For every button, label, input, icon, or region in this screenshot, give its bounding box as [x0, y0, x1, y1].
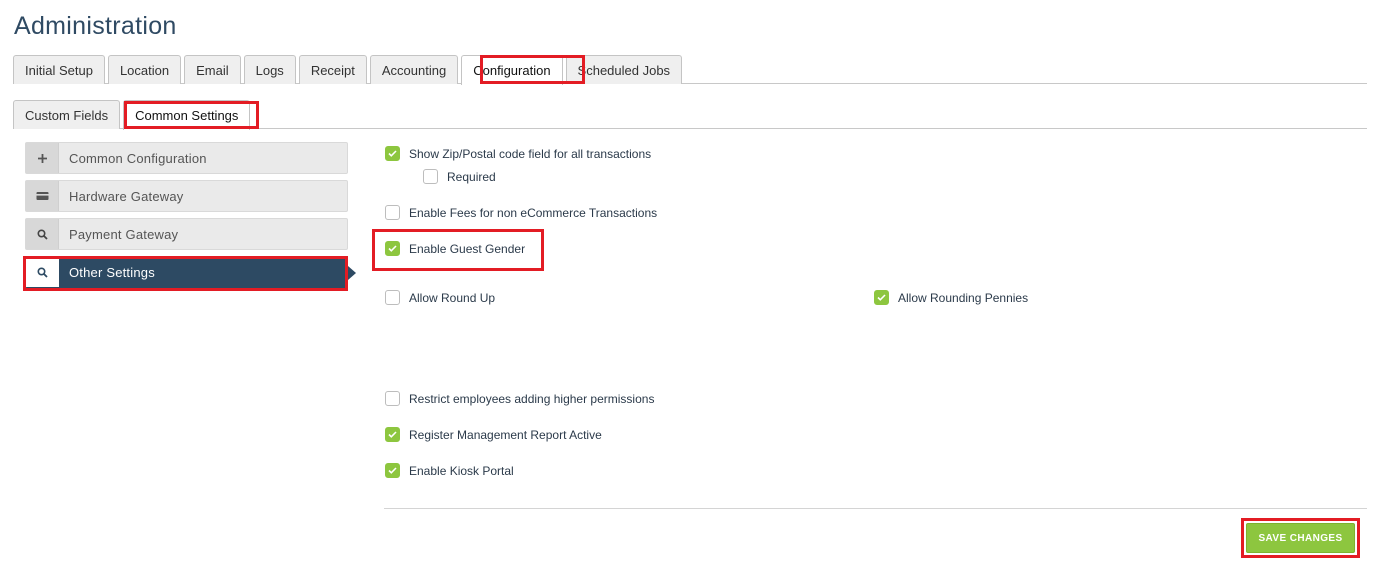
side-nav: Common Configuration Hardware Gateway Pa…: [25, 142, 356, 294]
nav-item-common-configuration[interactable]: Common Configuration: [25, 142, 348, 174]
tab-initial-setup[interactable]: Initial Setup: [13, 55, 105, 84]
register-report-option[interactable]: Register Management Report Active: [385, 427, 602, 442]
show-zip-checkbox[interactable]: [385, 146, 400, 161]
enable-fees-checkbox[interactable]: [385, 205, 400, 220]
nav-item-other-settings[interactable]: Other Settings: [25, 256, 356, 288]
round-up-option[interactable]: Allow Round Up: [385, 290, 495, 305]
nav-item-label: Other Settings: [69, 264, 155, 280]
plus-icon: [26, 143, 59, 173]
footer-divider: [384, 508, 1367, 509]
restrict-permissions-option[interactable]: Restrict employees adding higher permiss…: [385, 391, 654, 406]
restrict-permissions-checkbox[interactable]: [385, 391, 400, 406]
rounding-pennies-checkbox[interactable]: [874, 290, 889, 305]
search-icon: [26, 219, 59, 249]
tab-location[interactable]: Location: [107, 55, 182, 84]
restrict-permissions-label: Restrict employees adding higher permiss…: [409, 391, 655, 406]
guest-gender-checkbox[interactable]: [385, 241, 400, 256]
rounding-pennies-label: Allow Rounding Pennies: [898, 290, 1029, 305]
register-report-label: Register Management Report Active: [409, 427, 602, 442]
tab-logs[interactable]: Logs: [243, 55, 296, 84]
zip-required-checkbox[interactable]: [423, 169, 438, 184]
tab-custom-fields[interactable]: Custom Fields: [13, 100, 121, 129]
nav-item-label: Common Configuration: [69, 150, 207, 166]
register-report-checkbox[interactable]: [385, 427, 400, 442]
show-zip-label: Show Zip/Postal code field for all trans…: [409, 146, 652, 161]
kiosk-portal-checkbox[interactable]: [385, 463, 400, 478]
tab-accounting[interactable]: Accounting: [369, 55, 459, 84]
guest-gender-option[interactable]: Enable Guest Gender: [385, 241, 525, 256]
page-title: Administration: [14, 12, 177, 40]
guest-gender-label: Enable Guest Gender: [409, 241, 526, 256]
kiosk-portal-label: Enable Kiosk Portal: [409, 463, 514, 478]
enable-fees-label: Enable Fees for non eCommerce Transactio…: [409, 205, 658, 220]
round-up-label: Allow Round Up: [409, 290, 496, 305]
nav-item-hardware-gateway[interactable]: Hardware Gateway: [25, 180, 348, 212]
kiosk-portal-option[interactable]: Enable Kiosk Portal: [385, 463, 514, 478]
tab-configuration[interactable]: Configuration: [461, 55, 563, 85]
tab-receipt[interactable]: Receipt: [298, 55, 367, 84]
zip-required-option[interactable]: Required: [423, 169, 496, 184]
rounding-pennies-option[interactable]: Allow Rounding Pennies: [874, 290, 1028, 305]
top-tabs: Initial Setup Location Email Logs Receip…: [13, 55, 683, 85]
enable-fees-option[interactable]: Enable Fees for non eCommerce Transactio…: [385, 205, 657, 220]
sub-tabs: Custom Fields Common Settings: [13, 100, 251, 130]
tab-common-settings[interactable]: Common Settings: [123, 100, 251, 130]
round-up-checkbox[interactable]: [385, 290, 400, 305]
nav-item-label: Payment Gateway: [69, 226, 179, 242]
card-icon: [26, 181, 59, 211]
tab-email[interactable]: Email: [184, 55, 241, 84]
zip-required-label: Required: [447, 169, 496, 184]
tab-scheduled-jobs[interactable]: Scheduled Jobs: [565, 55, 683, 84]
nav-item-payment-gateway[interactable]: Payment Gateway: [25, 218, 348, 250]
search-icon: [26, 257, 59, 287]
show-zip-option[interactable]: Show Zip/Postal code field for all trans…: [385, 146, 651, 161]
nav-item-label: Hardware Gateway: [69, 188, 184, 204]
save-changes-button[interactable]: SAVE CHANGES: [1246, 523, 1355, 553]
